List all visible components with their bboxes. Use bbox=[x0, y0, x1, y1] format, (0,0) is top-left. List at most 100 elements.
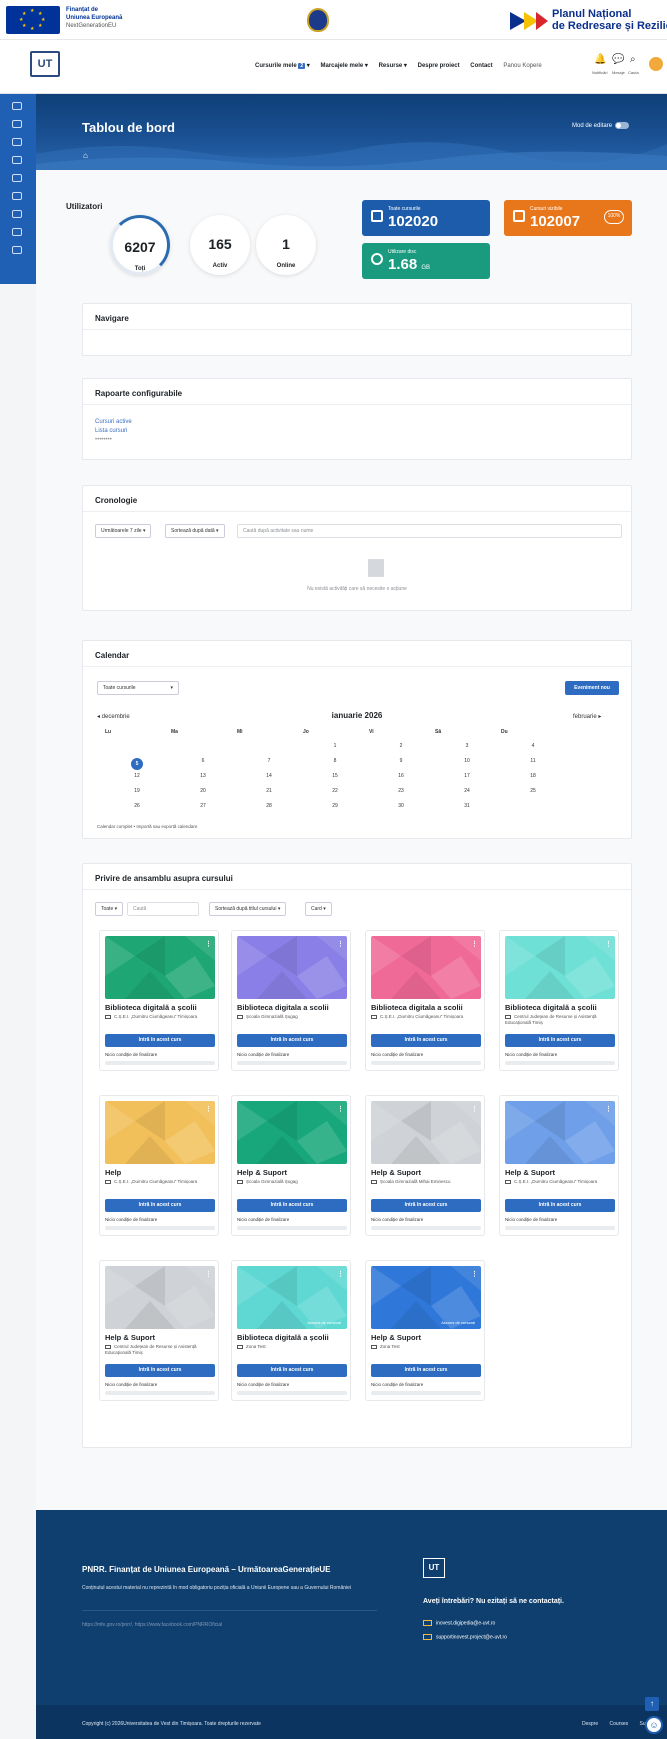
course-card[interactable]: ⋮ Biblioteca digitală a școlii C.Ș.E.I. „D… bbox=[99, 930, 219, 1071]
course-card[interactable]: ⋮ Ascuns de cursanți Biblioteca digitală a… bbox=[231, 1260, 351, 1401]
course-filter-select[interactable]: Toate ▾ bbox=[95, 902, 124, 916]
course-menu-icon[interactable]: ⋮ bbox=[471, 940, 478, 950]
calendar-day-cell[interactable]: 25 bbox=[503, 788, 563, 794]
sidebar-menu-icon[interactable] bbox=[12, 102, 22, 110]
visible-courses-stat[interactable]: Cursuri vizibile 102007 100% bbox=[504, 200, 632, 236]
sidebar-calendar-icon[interactable] bbox=[12, 156, 22, 164]
sidebar-list-icon[interactable] bbox=[12, 228, 22, 236]
timeline-search-input[interactable]: Caută după activitate sau nume bbox=[237, 524, 622, 538]
enter-course-button[interactable]: Intră în acest curs bbox=[237, 1199, 347, 1212]
timeline-filter-select[interactable]: Următoarele 7 zile ▾ bbox=[95, 524, 152, 538]
course-card[interactable]: ⋮ Biblioteca digitală a școlii Centrul Jud… bbox=[499, 930, 619, 1071]
calendar-day-cell[interactable]: 29 bbox=[305, 803, 365, 809]
scroll-to-top-button[interactable]: ↑ bbox=[645, 1697, 659, 1711]
avatar[interactable] bbox=[649, 57, 663, 71]
accessibility-icon[interactable]: ☺ bbox=[645, 1716, 663, 1734]
calendar-day-cell[interactable]: 14 bbox=[239, 773, 299, 779]
course-menu-icon[interactable]: ⋮ bbox=[337, 1105, 344, 1115]
course-menu-icon[interactable]: ⋮ bbox=[471, 1105, 478, 1115]
course-image[interactable]: ⋮ bbox=[105, 1266, 215, 1329]
course-menu-icon[interactable]: ⋮ bbox=[205, 940, 212, 950]
course-name[interactable]: Biblioteca digitală a școlii bbox=[237, 1333, 329, 1342]
calendar-day-cell[interactable]: 15 bbox=[305, 773, 365, 779]
calendar-next-month[interactable]: februarie ▸ bbox=[573, 713, 601, 720]
message-icon[interactable]: 💬 bbox=[612, 54, 624, 65]
calendar-day-cell[interactable]: 1 bbox=[305, 743, 365, 749]
sidebar-settings-icon[interactable] bbox=[12, 246, 22, 254]
course-card[interactable]: ⋮ Biblioteca digitala a scolii Școala Gimn… bbox=[231, 930, 351, 1071]
calendar-day-cell[interactable]: 21 bbox=[239, 788, 299, 794]
nav-my-courses[interactable]: Cursurile mele 2 ▾ bbox=[255, 63, 310, 69]
course-name[interactable]: Help bbox=[105, 1168, 121, 1177]
course-card[interactable]: ⋮ Help & Suport Centrul Județean de Resurs… bbox=[99, 1260, 219, 1401]
calendar-day-cell[interactable]: 3 bbox=[437, 743, 497, 749]
report-link-hidden[interactable]: •••••••• bbox=[95, 437, 112, 443]
calendar-day-cell[interactable]: 12 bbox=[107, 773, 167, 779]
calendar-day-cell[interactable]: 16 bbox=[371, 773, 431, 779]
nav-resources[interactable]: Resurse ▾ bbox=[379, 63, 407, 69]
footer-email-1[interactable]: inovest.digipedia@e-uvt.ro bbox=[423, 1620, 495, 1626]
sidebar-dashboard-icon[interactable] bbox=[12, 120, 22, 128]
course-image[interactable]: ⋮ bbox=[371, 1101, 481, 1164]
nav-panel[interactable]: Panou Kopere bbox=[503, 63, 541, 69]
sidebar-files-icon[interactable] bbox=[12, 192, 22, 200]
course-card[interactable]: ⋮ Help & Suport C.Ș.E.I. „Dumitru Ciumăgea… bbox=[499, 1095, 619, 1236]
notification-icon[interactable]: 🔔 bbox=[594, 54, 606, 65]
calendar-day-cell[interactable]: 7 bbox=[239, 758, 299, 764]
calendar-day-cell[interactable]: 2 bbox=[371, 743, 431, 749]
calendar-day-cell[interactable]: 5 bbox=[107, 758, 167, 770]
course-name[interactable]: Help & Suport bbox=[371, 1333, 421, 1342]
course-image[interactable]: ⋮ bbox=[371, 936, 481, 999]
course-card[interactable]: ⋮ Help C.Ș.E.I. „Dumitru Ciumăgeanu" Timiș… bbox=[99, 1095, 219, 1236]
enter-course-button[interactable]: Intră în acest curs bbox=[371, 1364, 481, 1377]
course-menu-icon[interactable]: ⋮ bbox=[605, 1105, 612, 1115]
enter-course-button[interactable]: Intră în acest curs bbox=[105, 1034, 215, 1047]
enter-course-button[interactable]: Intră în acest curs bbox=[505, 1034, 615, 1047]
course-name[interactable]: Help & Suport bbox=[505, 1168, 555, 1177]
course-menu-icon[interactable]: ⋮ bbox=[471, 1270, 478, 1280]
course-search-input[interactable]: Caută bbox=[127, 902, 199, 916]
report-link-active[interactable]: Cursuri active bbox=[95, 419, 132, 425]
course-menu-icon[interactable]: ⋮ bbox=[337, 1270, 344, 1280]
calendar-day-cell[interactable]: 19 bbox=[107, 788, 167, 794]
site-logo[interactable]: UT bbox=[30, 51, 60, 77]
course-menu-icon[interactable]: ⋮ bbox=[205, 1270, 212, 1280]
enter-course-button[interactable]: Intră în acest curs bbox=[237, 1034, 347, 1047]
course-image[interactable]: ⋮ Ascuns de cursanți bbox=[237, 1266, 347, 1329]
calendar-day-cell[interactable]: 13 bbox=[173, 773, 233, 779]
toggle-switch[interactable] bbox=[615, 122, 630, 129]
course-name[interactable]: Help & Suport bbox=[105, 1333, 155, 1342]
course-name[interactable]: Help & Suport bbox=[371, 1168, 421, 1177]
all-courses-stat[interactable]: Toate cursurile 102020 bbox=[362, 200, 490, 236]
footer-links[interactable]: https://mfe.gov.ro/pnrr/, https://www.fa… bbox=[82, 1622, 222, 1628]
enter-course-button[interactable]: Intră în acest curs bbox=[371, 1034, 481, 1047]
calendar-day-cell[interactable]: 27 bbox=[173, 803, 233, 809]
course-menu-icon[interactable]: ⋮ bbox=[605, 940, 612, 950]
timeline-sort-select[interactable]: Sortează după dată ▾ bbox=[165, 524, 225, 538]
course-menu-icon[interactable]: ⋮ bbox=[337, 940, 344, 950]
footer-nav-about[interactable]: Despre bbox=[582, 1721, 598, 1727]
course-view-select[interactable]: Card ▾ bbox=[305, 902, 332, 916]
enter-course-button[interactable]: Intră în acest curs bbox=[505, 1199, 615, 1212]
calendar-day-cell[interactable]: 24 bbox=[437, 788, 497, 794]
calendar-day-cell[interactable]: 30 bbox=[371, 803, 431, 809]
enter-course-button[interactable]: Intră în acest curs bbox=[237, 1364, 347, 1377]
course-card[interactable]: ⋮ Ascuns de cursanți Help & Suport Zona Tes… bbox=[365, 1260, 485, 1401]
calendar-day-cell[interactable]: 6 bbox=[173, 758, 233, 764]
calendar-day-cell[interactable]: 17 bbox=[437, 773, 497, 779]
calendar-day-cell[interactable]: 22 bbox=[305, 788, 365, 794]
calendar-day-cell[interactable]: 4 bbox=[503, 743, 563, 749]
course-image[interactable]: ⋮ bbox=[237, 936, 347, 999]
course-name[interactable]: Biblioteca digitala a scolii bbox=[237, 1003, 329, 1012]
calendar-day-cell[interactable]: 26 bbox=[107, 803, 167, 809]
sidebar-courses-icon[interactable] bbox=[12, 138, 22, 146]
nav-bookmarks[interactable]: Marcajele mele ▾ bbox=[321, 63, 368, 69]
enter-course-button[interactable]: Intră în acest curs bbox=[105, 1364, 215, 1377]
calendar-today[interactable]: 5 bbox=[131, 758, 143, 770]
calendar-day-cell[interactable]: 8 bbox=[305, 758, 365, 764]
course-image[interactable]: ⋮ bbox=[105, 1101, 215, 1164]
course-card[interactable]: ⋮ Biblioteca digitala a scolii C.Ș.E.I. „D… bbox=[365, 930, 485, 1071]
course-image[interactable]: ⋮ bbox=[505, 1101, 615, 1164]
course-name[interactable]: Biblioteca digitală a școlii bbox=[105, 1003, 197, 1012]
calendar-day-cell[interactable]: 31 bbox=[437, 803, 497, 809]
